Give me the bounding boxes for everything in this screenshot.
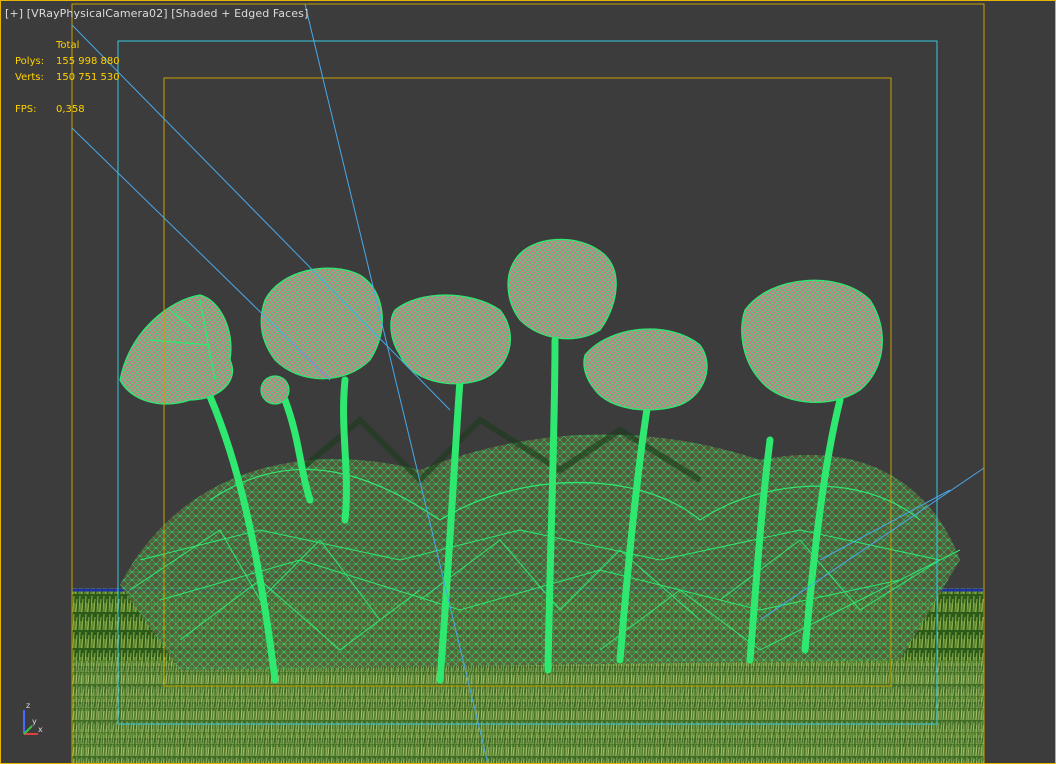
stat-val-fps: 0,358 [56,104,85,115]
stat-val-verts: 150 751 530 [56,72,120,83]
viewport-menu-plus[interactable]: [+] [5,7,23,20]
x-axis-label: x [38,725,43,734]
stat-key-verts: Verts: [15,72,44,83]
scene-render[interactable] [0,0,1056,764]
stat-val-polys: 155 998 880 [56,56,120,67]
y-axis-label: y [32,717,37,726]
z-axis-label: z [26,701,30,710]
stat-key-polys: Polys: [15,56,45,67]
viewport-label[interactable]: [+] [VRayPhysicalCamera02] [Shaded + Edg… [5,7,308,20]
viewport-camera-menu[interactable]: [VRayPhysicalCamera02] [27,7,168,20]
foliage-mesh [120,415,960,670]
y-axis-line [23,725,33,735]
viewport-shading-menu[interactable]: [Shaded + Edged Faces] [171,7,308,20]
viewport[interactable]: [+] [VRayPhysicalCamera02] [Shaded + Edg… [0,0,1056,764]
stats-header: Total [56,40,80,51]
flower-heads [119,238,883,411]
axis-gizmo: z x y [23,701,43,735]
stat-key-fps: FPS: [15,104,37,115]
